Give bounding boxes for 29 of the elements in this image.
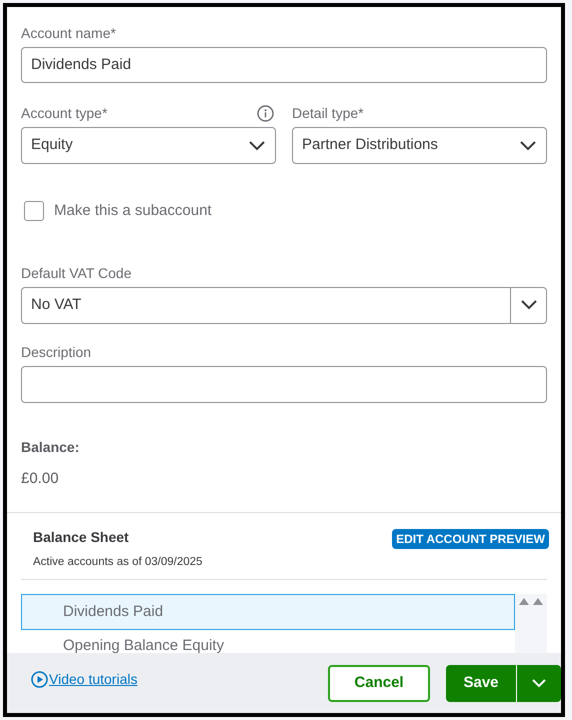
checkbox-label: Make this a subaccount — [54, 201, 212, 221]
field-label: Description — [21, 342, 92, 362]
vat-code-dropdown[interactable]: No VAT — [21, 286, 547, 324]
account-name-field[interactable]: Dividends Paid — [21, 47, 547, 83]
play-icon[interactable] — [31, 671, 48, 688]
balance-label: Balance: — [21, 438, 80, 456]
account-type-dropdown[interactable]: Equity — [21, 127, 276, 164]
edit-account-preview-button[interactable]: EDIT ACCOUNT PREVIEW — [392, 529, 549, 549]
detail-type-dropdown[interactable]: Partner Distributions — [292, 127, 547, 164]
field-label: Detail type* — [292, 104, 364, 123]
chevron-down-icon — [520, 300, 536, 310]
balance-amount: £0.00 — [21, 468, 59, 488]
preview-subtitle: Active accounts as of 03/09/2025 — [33, 555, 202, 570]
chevron-down-icon — [520, 140, 536, 150]
chevron-down-icon — [532, 678, 546, 688]
checkbox[interactable] — [24, 201, 44, 222]
video-tutorials-link[interactable]: Video tutorials — [49, 669, 138, 690]
field-label: Account type* — [21, 104, 108, 123]
preview-title: Balance Sheet — [33, 528, 130, 547]
field-label: Default VAT Code — [21, 264, 132, 282]
cancel-button[interactable]: Cancel — [328, 664, 430, 702]
scrollbar[interactable] — [515, 594, 547, 653]
account-row[interactable]: Dividends Paid — [21, 594, 515, 630]
account-row[interactable]: Opening Balance Equity — [21, 630, 515, 653]
save-button[interactable]: Save — [446, 664, 517, 702]
info-icon[interactable] — [257, 104, 274, 122]
field-label: Account name* — [21, 24, 116, 43]
description-field[interactable] — [21, 366, 547, 402]
chevron-down-icon — [249, 140, 265, 150]
